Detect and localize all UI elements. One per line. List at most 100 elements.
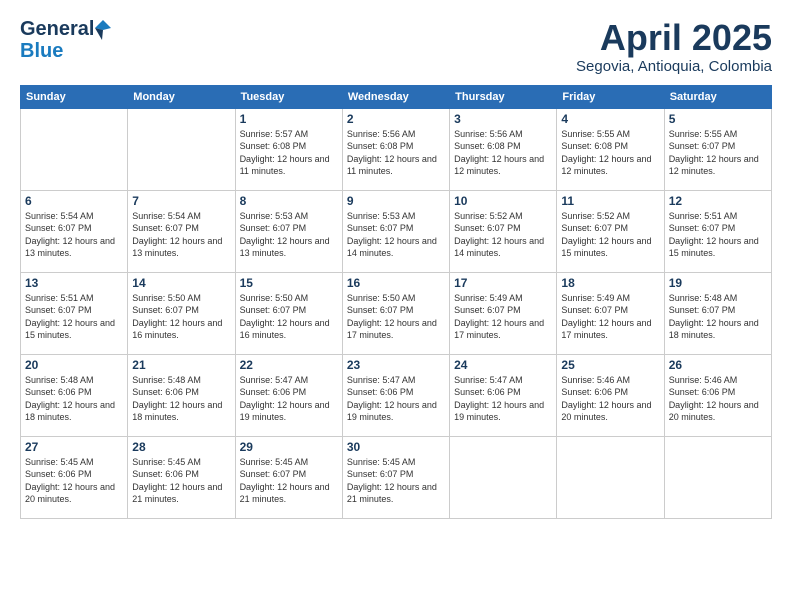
day-number: 30 [347,440,445,454]
calendar-cell [128,108,235,190]
cell-info: Sunrise: 5:50 AM Sunset: 6:07 PM Dayligh… [240,292,338,342]
calendar-cell: 24 Sunrise: 5:47 AM Sunset: 6:06 PM Dayli… [450,354,557,436]
cell-info: Sunrise: 5:53 AM Sunset: 6:07 PM Dayligh… [240,210,338,260]
cell-info: Sunrise: 5:48 AM Sunset: 6:06 PM Dayligh… [25,374,123,424]
calendar-cell: 19 Sunrise: 5:48 AM Sunset: 6:07 PM Dayli… [664,272,771,354]
calendar-cell: 13 Sunrise: 5:51 AM Sunset: 6:07 PM Dayli… [21,272,128,354]
cell-info: Sunrise: 5:45 AM Sunset: 6:06 PM Dayligh… [25,456,123,506]
calendar-week-row: 1Sunrise: 5:57 AM Sunset: 6:08 PM Daylig… [21,108,772,190]
cell-info: Sunrise: 5:51 AM Sunset: 6:07 PM Dayligh… [669,210,767,260]
cell-info: Sunrise: 5:49 AM Sunset: 6:07 PM Dayligh… [561,292,659,342]
calendar-cell: 4 Sunrise: 5:55 AM Sunset: 6:08 PM Daylig… [557,108,664,190]
calendar-cell: 22 Sunrise: 5:47 AM Sunset: 6:06 PM Dayli… [235,354,342,436]
calendar-table: SundayMondayTuesdayWednesdayThursdayFrid… [20,85,772,519]
calendar-cell: 5 Sunrise: 5:55 AM Sunset: 6:07 PM Daylig… [664,108,771,190]
cell-info: Sunrise: 5:48 AM Sunset: 6:07 PM Dayligh… [669,292,767,342]
day-number: 19 [669,276,767,290]
cell-info: Sunrise: 5:45 AM Sunset: 6:06 PM Dayligh… [132,456,230,506]
day-number: 8 [240,194,338,208]
col-header-wednesday: Wednesday [342,85,449,108]
day-number: 12 [669,194,767,208]
logo-blue: Blue [20,41,63,61]
day-number: 17 [454,276,552,290]
cell-info: Sunrise: 5:47 AM Sunset: 6:06 PM Dayligh… [454,374,552,424]
cell-info: Sunrise: 5:55 AM Sunset: 6:07 PM Dayligh… [669,128,767,178]
cell-info: Sunrise: 5:47 AM Sunset: 6:06 PM Dayligh… [240,374,338,424]
calendar-cell: 2Sunrise: 5:56 AM Sunset: 6:08 PM Daylig… [342,108,449,190]
calendar-week-row: 13 Sunrise: 5:51 AM Sunset: 6:07 PM Dayli… [21,272,772,354]
day-number: 5 [669,112,767,126]
cell-info: Sunrise: 5:50 AM Sunset: 6:07 PM Dayligh… [347,292,445,342]
calendar-cell: 8 Sunrise: 5:53 AM Sunset: 6:07 PM Daylig… [235,190,342,272]
calendar-cell: 6 Sunrise: 5:54 AM Sunset: 6:07 PM Daylig… [21,190,128,272]
cell-info: Sunrise: 5:53 AM Sunset: 6:07 PM Dayligh… [347,210,445,260]
header: General Blue April 2025 Segovia, Antioqu… [20,18,772,75]
day-number: 20 [25,358,123,372]
day-number: 23 [347,358,445,372]
cell-info: Sunrise: 5:52 AM Sunset: 6:07 PM Dayligh… [454,210,552,260]
day-number: 22 [240,358,338,372]
calendar-cell: 30 Sunrise: 5:45 AM Sunset: 6:07 PM Dayli… [342,436,449,518]
day-number: 29 [240,440,338,454]
calendar-cell: 3 Sunrise: 5:56 AM Sunset: 6:08 PM Daylig… [450,108,557,190]
cell-info: Sunrise: 5:48 AM Sunset: 6:06 PM Dayligh… [132,374,230,424]
day-number: 13 [25,276,123,290]
calendar-cell [21,108,128,190]
calendar-cell: 10 Sunrise: 5:52 AM Sunset: 6:07 PM Dayli… [450,190,557,272]
day-number: 4 [561,112,659,126]
day-number: 3 [454,112,552,126]
calendar-week-row: 20 Sunrise: 5:48 AM Sunset: 6:06 PM Dayli… [21,354,772,436]
day-number: 15 [240,276,338,290]
logo: General Blue [20,18,112,61]
day-number: 28 [132,440,230,454]
calendar-cell: 12 Sunrise: 5:51 AM Sunset: 6:07 PM Dayli… [664,190,771,272]
cell-info: Sunrise: 5:51 AM Sunset: 6:07 PM Dayligh… [25,292,123,342]
calendar-cell: 29 Sunrise: 5:45 AM Sunset: 6:07 PM Dayli… [235,436,342,518]
cell-info: Sunrise: 5:49 AM Sunset: 6:07 PM Dayligh… [454,292,552,342]
col-header-sunday: Sunday [21,85,128,108]
cell-info: Sunrise: 5:50 AM Sunset: 6:07 PM Dayligh… [132,292,230,342]
col-header-tuesday: Tuesday [235,85,342,108]
calendar-cell: 26 Sunrise: 5:46 AM Sunset: 6:06 PM Dayli… [664,354,771,436]
calendar-cell: 9 Sunrise: 5:53 AM Sunset: 6:07 PM Daylig… [342,190,449,272]
col-header-monday: Monday [128,85,235,108]
calendar-week-row: 6 Sunrise: 5:54 AM Sunset: 6:07 PM Daylig… [21,190,772,272]
day-number: 27 [25,440,123,454]
calendar-cell [664,436,771,518]
day-number: 21 [132,358,230,372]
calendar-cell: 17 Sunrise: 5:49 AM Sunset: 6:07 PM Dayli… [450,272,557,354]
calendar-cell: 27 Sunrise: 5:45 AM Sunset: 6:06 PM Dayli… [21,436,128,518]
cell-info: Sunrise: 5:56 AM Sunset: 6:08 PM Dayligh… [454,128,552,178]
calendar-header-row: SundayMondayTuesdayWednesdayThursdayFrid… [21,85,772,108]
cell-info: Sunrise: 5:46 AM Sunset: 6:06 PM Dayligh… [669,374,767,424]
day-number: 25 [561,358,659,372]
day-number: 6 [25,194,123,208]
cell-info: Sunrise: 5:55 AM Sunset: 6:08 PM Dayligh… [561,128,659,178]
cell-info: Sunrise: 5:57 AM Sunset: 6:08 PM Dayligh… [240,128,338,178]
cell-info: Sunrise: 5:54 AM Sunset: 6:07 PM Dayligh… [132,210,230,260]
calendar-cell: 23Sunrise: 5:47 AM Sunset: 6:06 PM Dayli… [342,354,449,436]
calendar-cell: 25 Sunrise: 5:46 AM Sunset: 6:06 PM Dayli… [557,354,664,436]
cell-info: Sunrise: 5:52 AM Sunset: 6:07 PM Dayligh… [561,210,659,260]
day-number: 9 [347,194,445,208]
cell-info: Sunrise: 5:45 AM Sunset: 6:07 PM Dayligh… [240,456,338,506]
cell-info: Sunrise: 5:56 AM Sunset: 6:08 PM Dayligh… [347,128,445,178]
day-number: 11 [561,194,659,208]
cell-info: Sunrise: 5:46 AM Sunset: 6:06 PM Dayligh… [561,374,659,424]
day-number: 18 [561,276,659,290]
calendar-cell: 16Sunrise: 5:50 AM Sunset: 6:07 PM Dayli… [342,272,449,354]
day-number: 24 [454,358,552,372]
logo-combined: General [20,18,112,41]
day-number: 10 [454,194,552,208]
title-month: April 2025 [576,18,772,58]
calendar-cell: 15 Sunrise: 5:50 AM Sunset: 6:07 PM Dayli… [235,272,342,354]
calendar-cell: 14Sunrise: 5:50 AM Sunset: 6:07 PM Dayli… [128,272,235,354]
day-number: 26 [669,358,767,372]
calendar-cell: 1Sunrise: 5:57 AM Sunset: 6:08 PM Daylig… [235,108,342,190]
cell-info: Sunrise: 5:45 AM Sunset: 6:07 PM Dayligh… [347,456,445,506]
cell-info: Sunrise: 5:54 AM Sunset: 6:07 PM Dayligh… [25,210,123,260]
calendar-week-row: 27 Sunrise: 5:45 AM Sunset: 6:06 PM Dayli… [21,436,772,518]
title-block: April 2025 Segovia, Antioquia, Colombia [576,18,772,75]
col-header-saturday: Saturday [664,85,771,108]
col-header-friday: Friday [557,85,664,108]
